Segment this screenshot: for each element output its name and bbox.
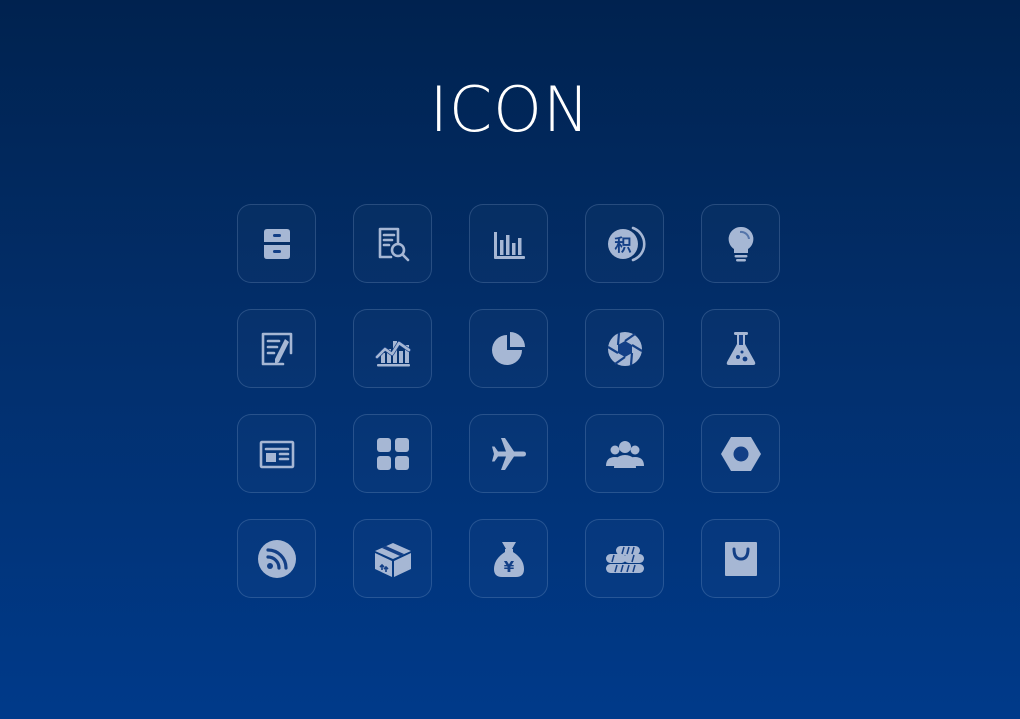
bar-chart-icon: [493, 231, 525, 259]
aperture-icon: [606, 331, 643, 366]
group-users-icon: [605, 440, 644, 468]
tile-document-search[interactable]: [353, 204, 432, 283]
hex-nut-icon: [720, 436, 761, 471]
newspaper-icon: [259, 440, 294, 468]
tile-bar-chart[interactable]: [469, 204, 548, 283]
tile-airplane[interactable]: [469, 414, 548, 493]
steel-pipes-icon: [605, 545, 644, 573]
tile-money-bag[interactable]: ¥: [469, 519, 548, 598]
money-bag-icon: ¥: [493, 541, 524, 577]
lightbulb-icon: [728, 226, 753, 261]
money-bag-glyph: ¥: [503, 558, 514, 576]
tile-group-users[interactable]: [585, 414, 664, 493]
tile-edit-document[interactable]: [237, 309, 316, 388]
tile-hex-nut[interactable]: [701, 414, 780, 493]
flask-icon: [726, 331, 755, 365]
points-glyph: 积: [614, 236, 631, 256]
tile-rss-feed[interactable]: [237, 519, 316, 598]
tile-lightbulb[interactable]: [701, 204, 780, 283]
tile-points[interactable]: 积: [585, 204, 664, 283]
tile-trend-chart[interactable]: [353, 309, 432, 388]
tile-newspaper[interactable]: [237, 414, 316, 493]
points-icon: 积: [607, 226, 645, 261]
tile-steel-pipes[interactable]: [585, 519, 664, 598]
tile-flask[interactable]: [701, 309, 780, 388]
tile-shopping-bag[interactable]: [701, 519, 780, 598]
cabinet-icon: [263, 228, 290, 259]
icon-grid: 积 ¥: [237, 204, 780, 598]
pie-chart-icon: [491, 331, 525, 365]
tile-pie-chart[interactable]: [469, 309, 548, 388]
shopping-bag-icon: [724, 541, 757, 576]
edit-document-icon: [261, 332, 292, 365]
rss-feed-icon: [257, 539, 296, 578]
tile-package-box[interactable]: [353, 519, 432, 598]
grid-apps-icon: [376, 437, 409, 470]
page-title: ICON: [429, 73, 591, 146]
airplane-icon: [491, 437, 526, 470]
document-search-icon: [378, 227, 409, 261]
tile-grid-apps[interactable]: [353, 414, 432, 493]
trend-chart-icon: [374, 340, 411, 366]
package-box-icon: [374, 542, 411, 577]
tile-aperture[interactable]: [585, 309, 664, 388]
tile-cabinet[interactable]: [237, 204, 316, 283]
